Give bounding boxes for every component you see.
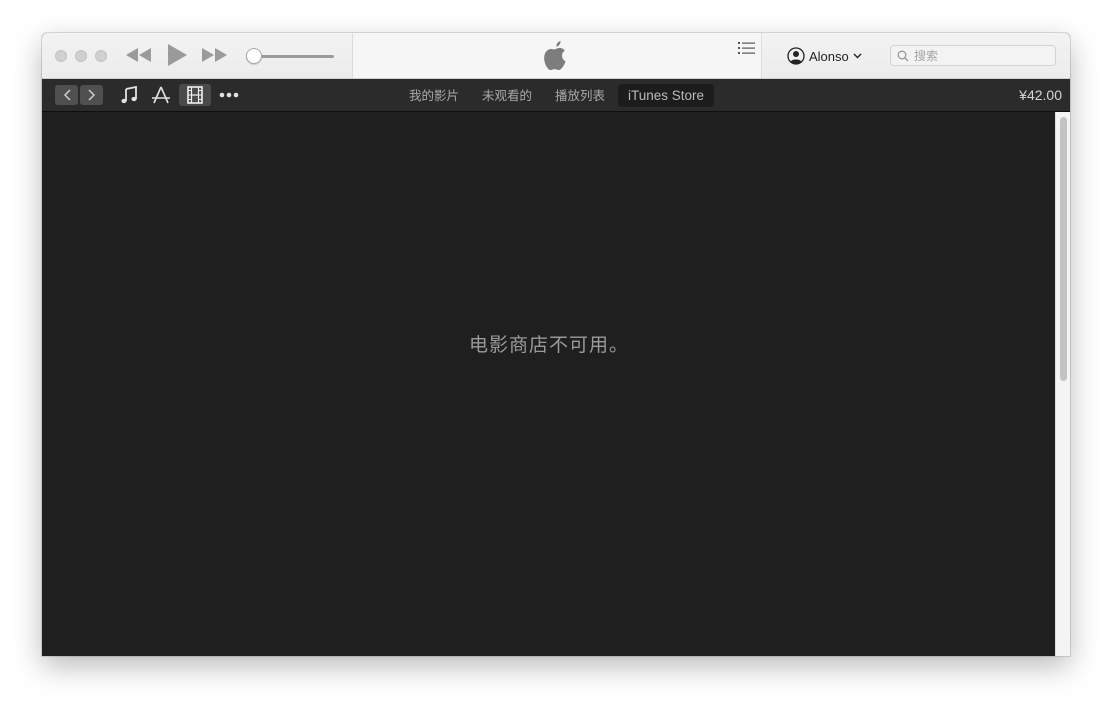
navigation-bar: 我的影片 未观看的 播放列表 iTunes Store ¥42.00 — [42, 79, 1070, 112]
tab-playlists[interactable]: 播放列表 — [545, 84, 615, 107]
minimize-button[interactable] — [75, 50, 87, 62]
fast-forward-button[interactable] — [200, 43, 230, 67]
chevron-down-icon — [853, 53, 862, 59]
volume-slider-track[interactable] — [254, 55, 334, 58]
volume-slider-knob[interactable] — [246, 48, 262, 64]
close-button[interactable] — [55, 50, 67, 62]
scrollbar[interactable] — [1055, 112, 1070, 656]
fast-forward-icon — [202, 48, 227, 62]
play-button[interactable] — [164, 43, 190, 67]
account-menu[interactable]: Alonso — [787, 46, 862, 66]
person-circle-icon — [787, 47, 805, 65]
search-box[interactable] — [890, 45, 1056, 66]
up-next-button[interactable] — [738, 39, 755, 58]
account-name: Alonso — [809, 48, 849, 64]
itunes-window: Alonso 搜索 我的影片 未观看的 播放列表 iTunes Store ¥4… — [42, 33, 1070, 656]
tab-my-movies[interactable]: 我的影片 — [399, 84, 469, 107]
account-balance[interactable]: ¥42.00 — [1019, 87, 1062, 103]
rewind-button[interactable] — [124, 43, 154, 67]
tab-unwatched[interactable]: 未观看的 — [472, 84, 542, 107]
search-input[interactable] — [914, 48, 1044, 63]
zoom-button[interactable] — [95, 50, 107, 62]
title-bar: Alonso — [42, 33, 1070, 79]
magnifier-icon — [897, 50, 909, 61]
status-display — [352, 33, 762, 78]
scrollbar-thumb[interactable] — [1060, 117, 1067, 381]
main-content: 电影商店不可用。 — [42, 112, 1070, 656]
play-icon — [168, 44, 187, 66]
list-icon — [738, 42, 755, 54]
view-tabs: 我的影片 未观看的 播放列表 iTunes Store — [42, 79, 1070, 112]
tab-itunes-store[interactable]: iTunes Store — [618, 84, 715, 107]
apple-logo — [544, 41, 566, 71]
rewind-icon — [126, 48, 151, 62]
store-unavailable-message: 电影商店不可用。 — [468, 334, 629, 356]
